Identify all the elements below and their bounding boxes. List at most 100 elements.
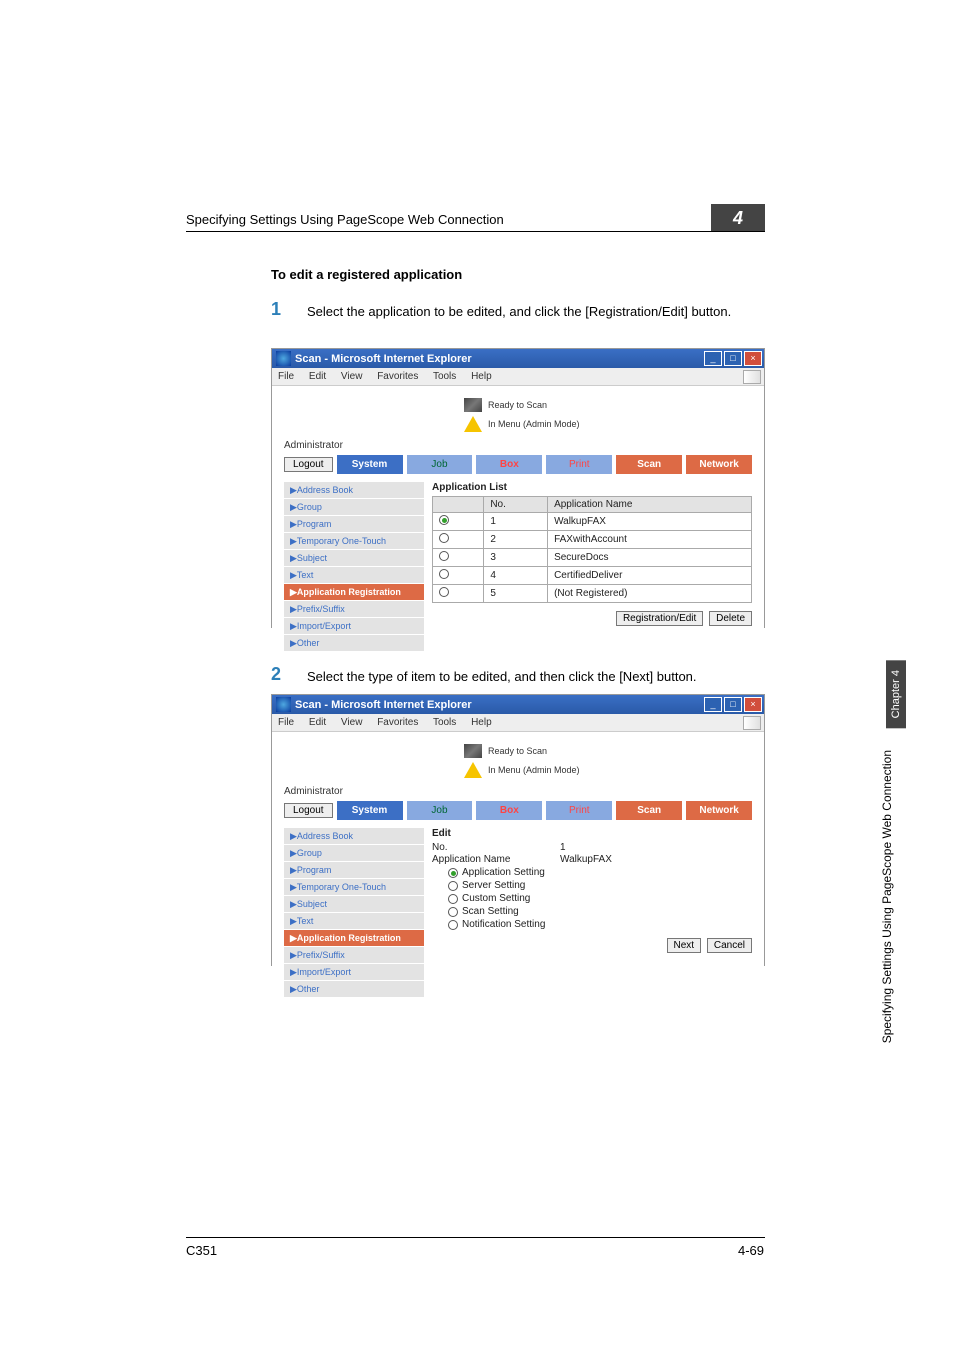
tab-job[interactable]: Job bbox=[407, 801, 473, 820]
maximize-icon[interactable]: □ bbox=[724, 697, 742, 712]
radio-server-setting[interactable] bbox=[448, 881, 458, 891]
sidebar-item-app-registration[interactable]: ▶Application Registration bbox=[284, 930, 424, 947]
status-ready: Ready to Scan bbox=[488, 400, 547, 410]
radio-row-3[interactable] bbox=[439, 551, 449, 561]
radio-notification-setting[interactable] bbox=[448, 920, 458, 930]
logout-button[interactable]: Logout bbox=[284, 457, 333, 472]
menu-edit[interactable]: Edit bbox=[309, 371, 326, 382]
close-icon[interactable]: × bbox=[744, 351, 762, 366]
sidebar-item-temporary[interactable]: ▶Temporary One-Touch bbox=[284, 533, 424, 550]
logout-button[interactable]: Logout bbox=[284, 803, 333, 818]
menu-help[interactable]: Help bbox=[471, 717, 492, 728]
table-row[interactable]: 2FAXwithAccount bbox=[433, 531, 752, 549]
sidebar-item-text[interactable]: ▶Text bbox=[284, 567, 424, 584]
header-rule bbox=[186, 231, 765, 232]
label-no: No. bbox=[432, 842, 560, 853]
menu-favorites[interactable]: Favorites bbox=[377, 371, 418, 382]
tab-system[interactable]: System bbox=[337, 455, 403, 474]
side-running-text: Specifying Settings Using PageScope Web … bbox=[880, 750, 894, 1043]
tab-network[interactable]: Network bbox=[686, 801, 752, 820]
menu-view[interactable]: View bbox=[341, 371, 363, 382]
minimize-icon[interactable]: _ bbox=[704, 697, 722, 712]
menu-edit[interactable]: Edit bbox=[309, 717, 326, 728]
maximize-icon[interactable]: □ bbox=[724, 351, 742, 366]
footer-model: C351 bbox=[186, 1243, 217, 1258]
tab-scan[interactable]: Scan bbox=[616, 455, 682, 474]
menu-file[interactable]: File bbox=[278, 371, 294, 382]
next-button[interactable]: Next bbox=[667, 938, 702, 953]
cell-no: 2 bbox=[484, 531, 548, 549]
tab-system[interactable]: System bbox=[337, 801, 403, 820]
sidebar-item-temporary[interactable]: ▶Temporary One-Touch bbox=[284, 879, 424, 896]
radio-row-1[interactable] bbox=[439, 515, 449, 525]
tab-scan[interactable]: Scan bbox=[616, 801, 682, 820]
close-icon[interactable]: × bbox=[744, 697, 762, 712]
menu-favorites[interactable]: Favorites bbox=[377, 717, 418, 728]
sidebar-item-other[interactable]: ▶Other bbox=[284, 635, 424, 652]
menu-help[interactable]: Help bbox=[471, 371, 492, 382]
window-titlebar: Scan - Microsoft Internet Explorer _ □ × bbox=[272, 695, 764, 714]
radio-custom-setting[interactable] bbox=[448, 894, 458, 904]
sidebar-item-import-export[interactable]: ▶Import/Export bbox=[284, 618, 424, 635]
panel-heading: Application List bbox=[432, 482, 752, 493]
radio-row-5[interactable] bbox=[439, 587, 449, 597]
ie-throbber-icon bbox=[743, 370, 761, 384]
cell-name: CertifiedDeliver bbox=[548, 567, 752, 585]
sidebar-item-text[interactable]: ▶Text bbox=[284, 913, 424, 930]
table-row[interactable]: 1WalkupFAX bbox=[433, 513, 752, 531]
sidebar-item-group[interactable]: ▶Group bbox=[284, 845, 424, 862]
sidebar-item-program[interactable]: ▶Program bbox=[284, 862, 424, 879]
step-number-1: 1 bbox=[271, 299, 281, 320]
step-number-2: 2 bbox=[271, 664, 281, 685]
cancel-button[interactable]: Cancel bbox=[707, 938, 752, 953]
admin-label: Administrator bbox=[284, 440, 752, 451]
sidebar-item-app-registration[interactable]: ▶Application Registration bbox=[284, 584, 424, 601]
sidebar-item-subject[interactable]: ▶Subject bbox=[284, 896, 424, 913]
opt-app-setting: Application Setting bbox=[462, 867, 545, 878]
menu-tools[interactable]: Tools bbox=[433, 371, 456, 382]
step-text-2: Select the type of item to be edited, an… bbox=[307, 668, 777, 686]
radio-row-4[interactable] bbox=[439, 569, 449, 579]
radio-row-2[interactable] bbox=[439, 533, 449, 543]
ie-icon bbox=[276, 351, 291, 366]
menu-tools[interactable]: Tools bbox=[433, 717, 456, 728]
ie-icon bbox=[276, 697, 291, 712]
footer-rule bbox=[186, 1237, 765, 1238]
radio-scan-setting[interactable] bbox=[448, 907, 458, 917]
cell-no: 3 bbox=[484, 549, 548, 567]
delete-button[interactable]: Delete bbox=[709, 611, 752, 626]
minimize-icon[interactable]: _ bbox=[704, 351, 722, 366]
sidebar-item-address-book[interactable]: ▶Address Book bbox=[284, 828, 424, 845]
tab-network[interactable]: Network bbox=[686, 455, 752, 474]
device-icon bbox=[464, 744, 482, 758]
value-no: 1 bbox=[560, 842, 566, 853]
sidebar-item-other[interactable]: ▶Other bbox=[284, 981, 424, 998]
menu-view[interactable]: View bbox=[341, 717, 363, 728]
tab-print[interactable]: Print bbox=[546, 455, 612, 474]
tab-box[interactable]: Box bbox=[476, 455, 542, 474]
opt-scan-setting: Scan Setting bbox=[462, 906, 519, 917]
cell-no: 4 bbox=[484, 567, 548, 585]
radio-app-setting[interactable] bbox=[448, 868, 458, 878]
tab-job[interactable]: Job bbox=[407, 455, 473, 474]
sidebar-item-group[interactable]: ▶Group bbox=[284, 499, 424, 516]
side-menu: ▶Address Book ▶Group ▶Program ▶Temporary… bbox=[284, 828, 424, 998]
table-row[interactable]: 5(Not Registered) bbox=[433, 585, 752, 603]
tab-print[interactable]: Print bbox=[546, 801, 612, 820]
window-titlebar: Scan - Microsoft Internet Explorer _ □ × bbox=[272, 349, 764, 368]
cell-name: WalkupFAX bbox=[548, 513, 752, 531]
sidebar-item-address-book[interactable]: ▶Address Book bbox=[284, 482, 424, 499]
sidebar-item-prefix[interactable]: ▶Prefix/Suffix bbox=[284, 601, 424, 618]
menu-file[interactable]: File bbox=[278, 717, 294, 728]
sidebar-item-program[interactable]: ▶Program bbox=[284, 516, 424, 533]
sidebar-item-prefix[interactable]: ▶Prefix/Suffix bbox=[284, 947, 424, 964]
table-row[interactable]: 4CertifiedDeliver bbox=[433, 567, 752, 585]
table-row[interactable]: 3SecureDocs bbox=[433, 549, 752, 567]
sidebar-item-import-export[interactable]: ▶Import/Export bbox=[284, 964, 424, 981]
application-table: No.Application Name 1WalkupFAX 2FAXwithA… bbox=[432, 496, 752, 603]
tab-box[interactable]: Box bbox=[476, 801, 542, 820]
sidebar-item-subject[interactable]: ▶Subject bbox=[284, 550, 424, 567]
registration-edit-button[interactable]: Registration/Edit bbox=[616, 611, 703, 626]
ie-menubar[interactable]: File Edit View Favorites Tools Help bbox=[272, 368, 764, 386]
ie-menubar[interactable]: File Edit View Favorites Tools Help bbox=[272, 714, 764, 732]
